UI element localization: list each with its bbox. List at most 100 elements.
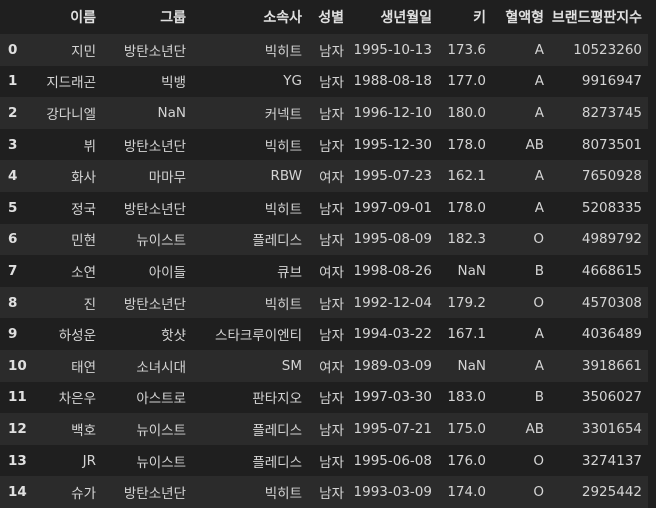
cell-birthdate: 1993-03-09 — [353, 484, 432, 501]
cell-name: 차은우 — [58, 391, 96, 408]
cell-agency: SM — [281, 357, 302, 374]
row-index: 9 — [8, 326, 18, 343]
cell-name: 정국 — [71, 201, 96, 218]
cell-blood-type: O — [533, 294, 544, 311]
table-row: 1 지드래곤 빅뱅 YG 남자 1988-08-18 177.0 A 9916947 — [0, 65, 648, 98]
cell-birthdate: 1994-03-22 — [353, 326, 432, 343]
row-index: 4 — [8, 168, 18, 185]
cell-height: 167.1 — [447, 326, 486, 343]
cell-height: 177.0 — [447, 73, 486, 90]
cell-blood-type: A — [534, 168, 544, 185]
cell-sex: 여자 — [319, 264, 344, 281]
column-header-index — [0, 0, 40, 34]
row-index: 0 — [8, 41, 18, 58]
cell-agency: 빅히트 — [264, 43, 302, 60]
cell-name: JR — [82, 452, 96, 469]
header-row: 이름 그룹 소속사 성별 생년월일 키 혈액형 브랜드평판지수 — [0, 0, 648, 34]
cell-brand-index: 3274137 — [581, 452, 642, 469]
table-row: 2 강다니엘 NaN 커넥트 남자 1996-12-10 180.0 A 8273745 — [0, 97, 648, 129]
cell-height: 178.0 — [447, 199, 486, 216]
cell-sex: 남자 — [319, 422, 344, 439]
table-row: 5 정국 방탄소년단 빅히트 남자 1997-09-01 178.0 A 5208335 — [0, 191, 648, 224]
cell-group: 소녀시대 — [136, 359, 186, 376]
column-header-name: 이름 — [70, 10, 96, 26]
cell-group: 방탄소년단 — [123, 486, 186, 503]
cell-birthdate: 1988-08-18 — [353, 73, 432, 90]
cell-sex: 남자 — [319, 233, 344, 250]
dataframe-table: 이름 그룹 소속사 성별 생년월일 키 혈액형 브랜드평판지수 0 지민 방탄소년단… — [0, 0, 648, 508]
cell-group: NaN — [157, 104, 186, 121]
table-body: 0 지민 방탄소년단 빅히트 남자 1995-10-13 173.6 A 10523260 1 지드… — [0, 34, 648, 508]
cell-brand-index: 2925442 — [581, 484, 642, 501]
cell-birthdate: 1995-07-21 — [353, 420, 432, 437]
cell-name: 민현 — [71, 233, 96, 250]
cell-blood-type: B — [534, 262, 544, 279]
cell-blood-type: A — [534, 73, 544, 90]
cell-sex: 여자 — [319, 170, 344, 187]
cell-group: 마마무 — [148, 170, 186, 187]
cell-agency: 빅히트 — [264, 296, 302, 313]
cell-sex: 남자 — [319, 454, 344, 471]
cell-sex: 남자 — [319, 296, 344, 313]
row-index: 13 — [8, 452, 27, 469]
cell-height: 180.0 — [447, 104, 486, 121]
cell-height: 175.0 — [447, 420, 486, 437]
cell-blood-type: A — [534, 357, 544, 374]
row-index: 5 — [8, 199, 18, 216]
cell-group: 아이들 — [148, 264, 186, 281]
cell-group: 뉴이스트 — [136, 454, 186, 471]
table-row: 12 백호 뉴이스트 플레디스 남자 1995-07-21 175.0 AB 3301654 — [0, 413, 648, 445]
cell-agency: YG — [283, 73, 302, 90]
cell-name: 백호 — [71, 422, 96, 439]
cell-birthdate: 1997-09-01 — [353, 199, 432, 216]
cell-group: 뉴이스트 — [136, 233, 186, 250]
row-index: 1 — [8, 73, 18, 90]
column-header-brand-index: 브랜드평판지수 — [551, 10, 642, 26]
table-row: 9 하성운 핫샷 스타크루이엔티 남자 1994-03-22 167.1 A 4036489 — [0, 318, 648, 350]
cell-birthdate: 1996-12-10 — [353, 104, 432, 121]
cell-blood-type: A — [534, 326, 544, 343]
cell-height: NaN — [457, 262, 486, 279]
row-index: 6 — [8, 231, 18, 248]
cell-group: 방탄소년단 — [123, 43, 186, 60]
cell-blood-type: A — [534, 104, 544, 121]
row-index: 7 — [8, 262, 18, 279]
column-header-group: 그룹 — [160, 10, 186, 26]
cell-name: 슈가 — [71, 486, 96, 503]
cell-blood-type: B — [534, 389, 544, 406]
cell-sex: 남자 — [319, 75, 344, 92]
table-row: 11 차은우 아스트로 판타지오 남자 1997-03-30 183.0 B 3506027 — [0, 381, 648, 414]
cell-name: 강다니엘 — [46, 106, 96, 123]
column-header-blood-type: 혈액형 — [505, 10, 544, 26]
cell-agency: 큐브 — [277, 264, 302, 281]
cell-brand-index: 10523260 — [573, 41, 642, 58]
cell-blood-type: AB — [525, 136, 545, 153]
cell-group: 뉴이스트 — [136, 422, 186, 439]
cell-blood-type: O — [533, 231, 544, 248]
cell-name: 소연 — [71, 264, 96, 281]
row-index: 10 — [8, 357, 27, 374]
table-row: 13 JR 뉴이스트 플레디스 남자 1995-06-08 176.0 O 3274137 — [0, 444, 648, 477]
cell-agency: 커넥트 — [264, 106, 302, 123]
cell-brand-index: 4668615 — [581, 262, 642, 279]
cell-height: 183.0 — [447, 389, 486, 406]
dataframe-output: 이름 그룹 소속사 성별 생년월일 키 혈액형 브랜드평판지수 0 지민 방탄소년단… — [0, 0, 656, 508]
cell-birthdate: 1992-12-04 — [353, 294, 432, 311]
cell-sex: 여자 — [319, 359, 344, 376]
cell-agency: 판타지오 — [252, 391, 302, 408]
table-row: 4 화사 마마무 RBW 여자 1995-07-23 162.1 A 7650928 — [0, 160, 648, 192]
cell-birthdate: 1995-12-30 — [353, 136, 432, 153]
cell-height: 179.2 — [447, 294, 486, 311]
cell-name: 지드래곤 — [46, 75, 96, 92]
cell-blood-type: A — [534, 199, 544, 216]
cell-height: 176.0 — [447, 452, 486, 469]
cell-brand-index: 3301654 — [581, 420, 642, 437]
cell-brand-index: 4570308 — [581, 294, 642, 311]
table-row: 8 진 방탄소년단 빅히트 남자 1992-12-04 179.2 O 4570308 — [0, 286, 648, 319]
table-row: 10 태연 소녀시대 SM 여자 1989-03-09 NaN A 3918661 — [0, 349, 648, 382]
table-row: 6 민현 뉴이스트 플레디스 남자 1995-08-09 182.3 O 4989792 — [0, 223, 648, 256]
cell-sex: 남자 — [319, 328, 344, 345]
cell-height: 162.1 — [447, 168, 486, 185]
table-row: 7 소연 아이들 큐브 여자 1998-08-26 NaN B 4668615 — [0, 255, 648, 287]
cell-name: 진 — [83, 296, 96, 313]
